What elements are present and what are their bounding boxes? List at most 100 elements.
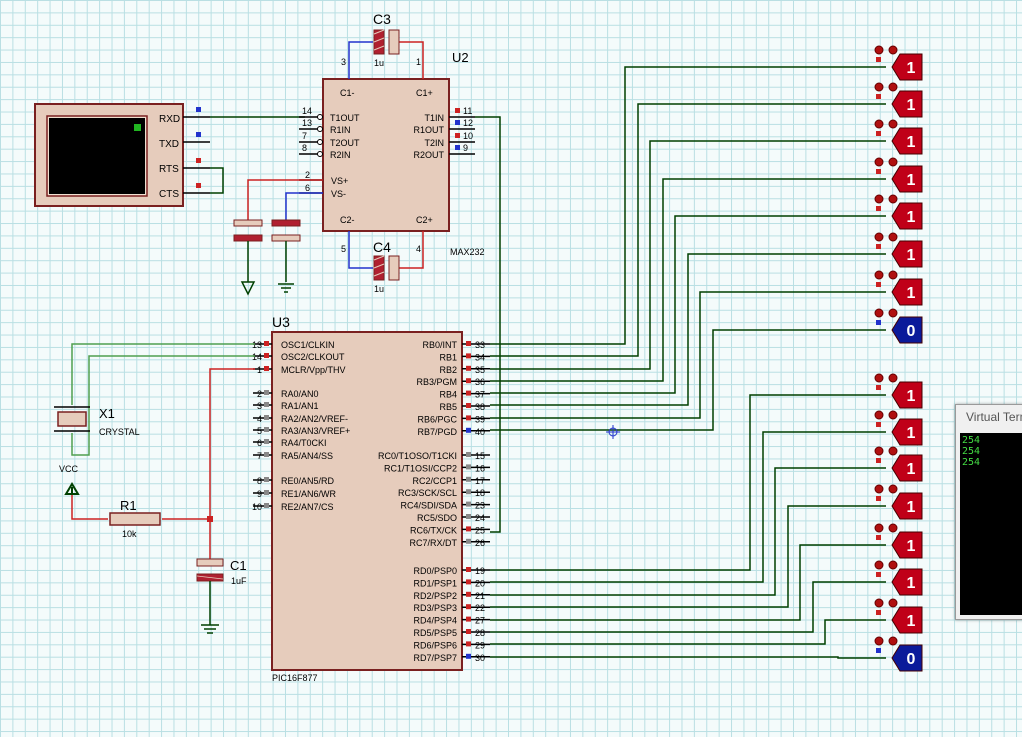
- probe-rb5[interactable]: 1: [874, 232, 923, 268]
- u3-right-pin-num: 23: [475, 501, 485, 511]
- c3-ref: C3: [373, 11, 391, 27]
- probe-rd3[interactable]: 1: [874, 484, 923, 520]
- max232-chip[interactable]: U2 MAX232 C1- C1+ C2- C2+ VS+ VS- 3 1 5 …: [299, 50, 485, 257]
- probe-rd2[interactable]: 1: [874, 446, 923, 482]
- probe-rd7[interactable]: 0: [874, 636, 923, 672]
- u2-left-pin-num: 7: [302, 131, 307, 141]
- u3-right-pin-num: 34: [475, 352, 485, 362]
- u3-right-pin-name: RB5: [439, 402, 457, 412]
- u3-right-pin-num: 40: [475, 427, 485, 437]
- u3-right-pin-num: 29: [475, 640, 485, 650]
- probe-rd0[interactable]: 1: [874, 373, 923, 409]
- u3-right-pin-name: RD5/PSP5: [413, 628, 457, 638]
- probe-rd6[interactable]: 1: [874, 598, 923, 634]
- probe-led: [888, 446, 898, 456]
- probe-rb6[interactable]: 1: [874, 270, 923, 306]
- u2-pin-bubble: [317, 139, 323, 145]
- u3-right-pin-num: 18: [475, 488, 485, 498]
- probe-led: [874, 232, 884, 242]
- u3-right-pin-num: 25: [475, 525, 485, 535]
- probe-rb1[interactable]: 1: [874, 82, 923, 118]
- u3-right-pin-name: RC3/SCK/SCL: [398, 488, 457, 498]
- u2-right-pin-num: 10: [463, 131, 473, 141]
- terminal-line: 254: [962, 446, 981, 457]
- u3-right-pin-name: RB7/PGD: [417, 427, 457, 437]
- vs-capacitors: [233, 179, 323, 296]
- u3-right-pin-num: 28: [475, 628, 485, 638]
- u3-right-pin-num: 35: [475, 365, 485, 375]
- u3-pin-state: [466, 489, 471, 495]
- junction-marker: [606, 425, 620, 439]
- probe-led: [874, 194, 884, 204]
- u3-right-pin-name: RB3/PGM: [416, 377, 457, 387]
- u3-pin-state: [466, 567, 471, 572]
- u3-left-pin-num: 14: [252, 352, 262, 362]
- u3-pin-state: [264, 353, 269, 358]
- u3-left-pin-name: RA5/AN4/SS: [281, 451, 333, 461]
- vcc-terminal[interactable]: VCC: [59, 464, 80, 495]
- probe-rb0[interactable]: 1: [874, 45, 923, 81]
- u2-vsm: VS-: [331, 189, 346, 199]
- probe-rd1[interactable]: 1: [874, 410, 923, 446]
- probe-rd4[interactable]: 1: [874, 523, 923, 559]
- u3-pin-state: [264, 415, 269, 420]
- u2-c2p: C2+: [416, 215, 433, 225]
- u3-left-pin-num: 1: [257, 365, 262, 375]
- capacitor-c3[interactable]: C3 1u: [348, 11, 424, 79]
- virtual-terminal-screen[interactable]: 254 254 254: [960, 433, 1022, 615]
- wire-rd0: [490, 394, 886, 571]
- u3-right-pin-name: RD2/PSP2: [413, 591, 457, 601]
- u3-right-pin-name: RB1: [439, 352, 457, 362]
- probe-rb3[interactable]: 1: [874, 157, 923, 193]
- crystal-x1[interactable]: X1 CRYSTAL: [54, 343, 255, 456]
- u3-left-pin-name: RE1/AN6/WR: [281, 489, 337, 499]
- u3-right-pin-name: RB6/PGC: [417, 414, 457, 424]
- u3-right-pin-name: RD7/PSP7: [413, 653, 457, 663]
- probe-led: [874, 523, 884, 533]
- rs232-cts-label: CTS: [159, 189, 179, 200]
- probe-rb4[interactable]: 1: [874, 194, 923, 230]
- capacitor-c4[interactable]: C4 1u: [348, 231, 424, 294]
- probe-state: [876, 648, 881, 653]
- probe-led: [888, 598, 898, 608]
- u3-pin-state: [466, 452, 471, 457]
- pic16f877-chip[interactable]: U3 PIC16F877 13 OSC1/CLKIN 14 OSC2/CLKOUT 1 M…: [252, 314, 490, 683]
- u3-right-pin-name: RC2/CCP1: [412, 476, 457, 486]
- probe-led: [874, 373, 884, 383]
- u2-left-pin-num: 13: [302, 118, 312, 128]
- terminal-line: 254: [962, 457, 981, 468]
- u2-pin4: 4: [416, 244, 421, 254]
- probe-led: [888, 270, 898, 280]
- probe-rd5[interactable]: 1: [874, 560, 923, 596]
- probe-value: 1: [907, 388, 916, 405]
- capacitor-c1[interactable]: C1 1uF: [196, 558, 247, 588]
- u3-right-pin-num: 15: [475, 451, 485, 461]
- u3-left-pin-num: 5: [257, 426, 262, 436]
- u3-left-pin-name: RA2/AN2/VREF-: [281, 414, 348, 424]
- u3-right-pin-num: 24: [475, 513, 485, 523]
- virtual-terminal-window[interactable]: Virtual Terminal 254 254 254: [955, 404, 1022, 620]
- u3-pin-state: [264, 402, 269, 407]
- u3-left-pin-name: RA3/AN3/VREF+: [281, 426, 350, 436]
- u2-ref: U2: [452, 50, 469, 65]
- probe-rb7[interactable]: 0: [874, 308, 923, 344]
- probe-led: [874, 157, 884, 167]
- c3-value: 1u: [374, 58, 384, 68]
- rs232-connector[interactable]: RXD TXD RTS CTS: [34, 103, 224, 207]
- u3-pin-state: [466, 629, 471, 634]
- u3-part: PIC16F877: [272, 673, 318, 683]
- probe-value: 1: [907, 285, 916, 302]
- probe-led: [888, 308, 898, 318]
- u2-left-pin-name: T1OUT: [330, 113, 360, 123]
- r1-ref: R1: [120, 498, 137, 513]
- u3-pin-state: [466, 641, 471, 647]
- u3-right-pin-num: 17: [475, 476, 485, 486]
- u3-right-pin-num: 27: [475, 616, 485, 626]
- probe-rb2[interactable]: 1: [874, 119, 923, 155]
- u3-right-pin-num: 21: [475, 591, 485, 601]
- resistor-r1[interactable]: R1 10k: [109, 498, 161, 539]
- u3-pin-state: [466, 538, 471, 544]
- probe-value: 1: [907, 247, 916, 264]
- u2-pin5: 5: [341, 244, 346, 254]
- u2-right-pin-num: 11: [463, 106, 472, 116]
